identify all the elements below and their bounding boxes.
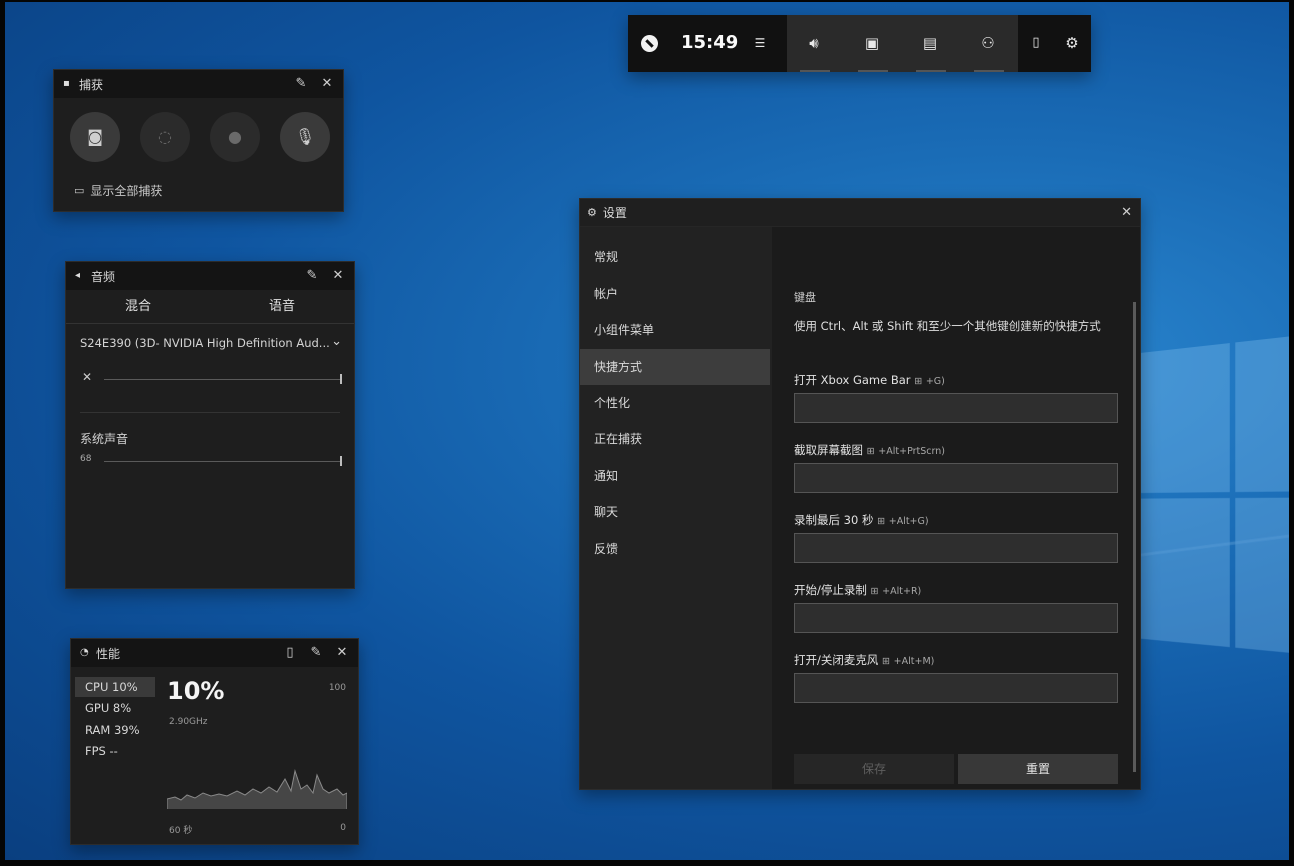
record-button[interactable]: ● bbox=[210, 112, 260, 162]
close-icon[interactable]: ✕ bbox=[1121, 205, 1132, 220]
graph-max: 100 bbox=[328, 683, 346, 693]
cpu-usage-value: 10% bbox=[167, 677, 225, 705]
pin-icon[interactable]: ✎ bbox=[304, 268, 320, 284]
shortcut-input-start-stop-recording[interactable] bbox=[794, 603, 1118, 633]
close-icon[interactable]: ✕ bbox=[330, 268, 346, 284]
clock: 15:49 bbox=[681, 32, 739, 53]
gear-icon: ⚙ bbox=[587, 206, 597, 219]
pin-icon[interactable]: ✎ bbox=[308, 645, 324, 661]
system-volume-value: 68 bbox=[80, 454, 92, 464]
options-icon[interactable]: ▯ bbox=[282, 645, 298, 661]
field-label-start-stop-recording: 开始/停止录制 ⊞ +Alt+R) bbox=[794, 583, 922, 597]
close-icon[interactable]: ✕ bbox=[319, 76, 335, 92]
mic-off-icon: 🎙︎ bbox=[294, 127, 316, 146]
section-heading: 键盘 bbox=[794, 291, 816, 304]
record-last-icon: ◌ bbox=[158, 127, 172, 146]
mute-icon[interactable]: ✕ bbox=[82, 370, 92, 384]
settings-title: 设置 bbox=[602, 206, 627, 220]
nav-shortcuts[interactable]: 快捷方式 bbox=[580, 349, 770, 385]
performance-title-bar: ◔ 性能 ▯ ✎ ✕ bbox=[71, 639, 358, 667]
capture-widget: ▪ 捕获 ✎ ✕ ◙ ◌ ● 🎙︎ ▭ 显示全部捕获 bbox=[53, 69, 344, 212]
device-volume-slider[interactable] bbox=[104, 379, 342, 380]
shortcut-input-record-last[interactable] bbox=[794, 533, 1118, 563]
show-all-captures-link[interactable]: ▭ 显示全部捕获 bbox=[74, 182, 162, 199]
audio-title: 音频 bbox=[91, 269, 116, 284]
performance-widget-icon: ◔ bbox=[80, 647, 89, 658]
windows-key-icon: ⊞ bbox=[877, 516, 886, 527]
menu-icon[interactable]: ☰ bbox=[748, 32, 772, 54]
audio-title-bar: ◂ 音频 ✎ ✕ bbox=[66, 262, 354, 290]
metric-fps[interactable]: FPS -- bbox=[75, 741, 155, 761]
graph-duration: 60 秒 bbox=[169, 826, 193, 836]
audio-tabs: 混合 语音 bbox=[66, 290, 354, 324]
capture-widget-icon: ▪ bbox=[63, 78, 70, 89]
shortcut-input-screenshot[interactable] bbox=[794, 463, 1118, 493]
capture-icon[interactable]: ▣ bbox=[860, 32, 884, 54]
tab-voice[interactable]: 语音 bbox=[210, 290, 354, 323]
close-icon[interactable]: ✕ bbox=[334, 645, 350, 661]
windows-key-icon: ⊞ bbox=[866, 446, 875, 457]
gallery-icon: ▭ bbox=[74, 184, 85, 197]
nav-personalization[interactable]: 个性化 bbox=[580, 385, 770, 421]
audio-widget: ◂ 音频 ✎ ✕ 混合 语音 S24E390 (3D- NVIDIA High … bbox=[65, 261, 355, 589]
nav-general[interactable]: 常规 bbox=[580, 239, 770, 275]
scrollbar[interactable] bbox=[1133, 302, 1136, 772]
nav-chat[interactable]: 聊天 bbox=[580, 494, 770, 530]
reset-button[interactable]: 重置 bbox=[958, 754, 1118, 784]
windows-logo-wallpaper bbox=[931, 328, 1289, 686]
pin-icon[interactable]: ✎ bbox=[293, 76, 309, 92]
windows-key-icon: ⊞ bbox=[882, 656, 890, 667]
field-label-screenshot: 截取屏幕截图 ⊞ +Alt+PrtScrn) bbox=[794, 443, 945, 457]
audio-icon[interactable]: 🔊︎ bbox=[802, 32, 826, 54]
windows-key-icon: ⊞ bbox=[870, 586, 879, 597]
mouse-icon[interactable]: ▯ bbox=[1024, 32, 1048, 54]
metric-cpu[interactable]: CPU 10% bbox=[75, 677, 155, 697]
shortcuts-panel: 键盘 使用 Ctrl、Alt 或 Shift 和至少一个其他键创建新的快捷方式 … bbox=[772, 227, 1140, 789]
field-label-record-last: 录制最后 30 秒 ⊞ +Alt+G) bbox=[794, 513, 929, 527]
metric-ram[interactable]: RAM 39% bbox=[75, 720, 155, 740]
settings-title-bar: ⚙ 设置 ✕ bbox=[580, 199, 1140, 227]
nav-feedback[interactable]: 反馈 bbox=[580, 531, 770, 567]
system-volume-slider[interactable] bbox=[104, 461, 342, 462]
screenshot-button[interactable]: ◙ bbox=[70, 112, 120, 162]
device-volume-thumb[interactable] bbox=[340, 374, 342, 384]
save-button[interactable]: 保存 bbox=[794, 754, 954, 784]
game-bar: 15:49 ☰ 🔊︎ ▣ ▤ ⚇ ▯ ⚙ bbox=[628, 15, 1091, 72]
settings-icon[interactable]: ⚙ bbox=[1060, 32, 1084, 54]
graph-min: 0 bbox=[340, 823, 346, 833]
field-label-open-gamebar: 打开 Xbox Game Bar ⊞ +G) bbox=[794, 373, 945, 387]
shortcuts-description: 使用 Ctrl、Alt 或 Shift 和至少一个其他键创建新的快捷方式 bbox=[794, 319, 1101, 333]
performance-title: 性能 bbox=[96, 646, 121, 661]
camera-icon: ◙ bbox=[87, 127, 103, 146]
nav-widget-menu[interactable]: 小组件菜单 bbox=[580, 312, 770, 348]
audio-device-select[interactable]: S24E390 (3D- NVIDIA High Definition Aud.… bbox=[80, 336, 344, 350]
system-sound-label: 系统声音 bbox=[80, 432, 129, 446]
show-all-captures-label: 显示全部捕获 bbox=[90, 184, 163, 198]
cpu-speed: 2.90GHz bbox=[169, 717, 208, 727]
settings-window: ⚙ 设置 ✕ 常规 帐户 小组件菜单 快捷方式 个性化 正在捕获 通知 聊天 反… bbox=[579, 198, 1141, 790]
cpu-usage-graph bbox=[167, 769, 347, 809]
system-volume-thumb[interactable] bbox=[340, 456, 342, 466]
performance-widget: ◔ 性能 ▯ ✎ ✕ CPU 10% GPU 8% RAM 39% FPS --… bbox=[70, 638, 359, 845]
nav-notifications[interactable]: 通知 bbox=[580, 458, 770, 494]
shortcut-input-toggle-mic[interactable] bbox=[794, 673, 1118, 703]
tab-mix[interactable]: 混合 bbox=[66, 290, 210, 323]
metric-gpu[interactable]: GPU 8% bbox=[75, 698, 155, 718]
speaker-icon: ◂ bbox=[75, 270, 81, 281]
record-icon: ● bbox=[228, 127, 242, 146]
nav-accounts[interactable]: 帐户 bbox=[580, 276, 770, 312]
xbox-logo-icon[interactable] bbox=[641, 35, 658, 52]
shortcut-input-open-gamebar[interactable] bbox=[794, 393, 1118, 423]
capture-title-bar: ▪ 捕获 ✎ ✕ bbox=[54, 70, 343, 98]
chevron-down-icon[interactable]: ⌄ bbox=[331, 334, 342, 349]
performance-icon[interactable]: ▤ bbox=[918, 32, 942, 54]
record-last-button[interactable]: ◌ bbox=[140, 112, 190, 162]
nav-capturing[interactable]: 正在捕获 bbox=[580, 421, 770, 457]
capture-title: 捕获 bbox=[79, 77, 104, 92]
mic-toggle-button[interactable]: 🎙︎ bbox=[280, 112, 330, 162]
field-label-toggle-mic: 打开/关闭麦克风 ⊞ +Alt+M) bbox=[794, 653, 935, 667]
windows-key-icon: ⊞ bbox=[914, 376, 923, 387]
xbox-social-icon[interactable]: ⚇ bbox=[976, 32, 1000, 54]
settings-nav: 常规 帐户 小组件菜单 快捷方式 个性化 正在捕获 通知 聊天 反馈 bbox=[580, 227, 772, 789]
